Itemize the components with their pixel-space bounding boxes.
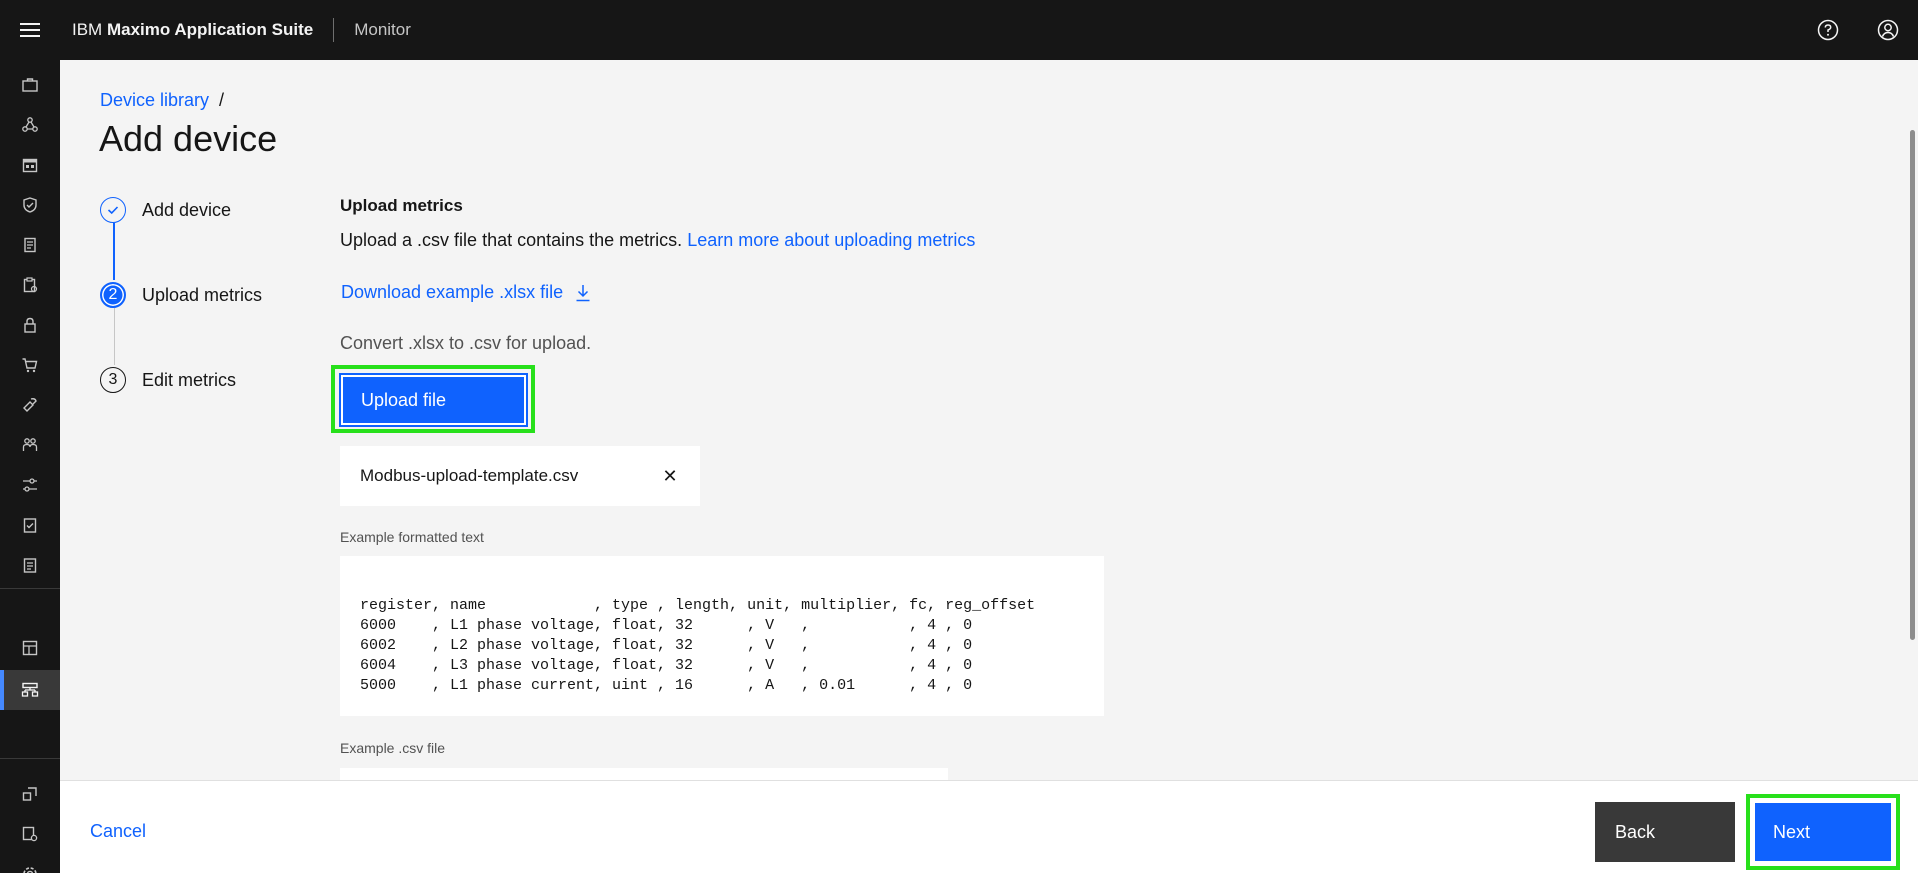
breadcrumb-device-library[interactable]: Device library bbox=[100, 90, 209, 111]
step-label: Add device bbox=[142, 199, 232, 220]
document-icon bbox=[24, 237, 36, 253]
step-connector-complete bbox=[113, 223, 115, 280]
launch-icon bbox=[22, 787, 37, 801]
breadcrumb: Device library / bbox=[100, 90, 224, 111]
top-header: IBM Maximo Application Suite Monitor bbox=[0, 0, 1918, 60]
breadcrumb-separator: / bbox=[219, 90, 225, 110]
scrollbar-thumb[interactable] bbox=[1910, 130, 1915, 640]
rail-divider bbox=[0, 588, 60, 589]
rail-item-device-library[interactable] bbox=[0, 670, 60, 710]
header-divider bbox=[333, 18, 335, 42]
step-number-current: 2 bbox=[100, 282, 126, 308]
report-icon bbox=[23, 558, 37, 573]
shield-check-icon bbox=[23, 197, 37, 213]
sliders-icon bbox=[23, 478, 37, 492]
back-button[interactable]: Back bbox=[1595, 802, 1735, 862]
help-button[interactable] bbox=[1798, 0, 1858, 60]
rail-item-people[interactable] bbox=[0, 425, 60, 465]
file-name: Modbus-upload-template.csv bbox=[360, 466, 579, 485]
upload-file-button[interactable]: Upload file bbox=[339, 373, 528, 427]
close-icon: ✕ bbox=[662, 465, 678, 486]
checkmark-icon bbox=[100, 197, 126, 223]
page-scrollbar[interactable] bbox=[1906, 60, 1918, 780]
download-icon bbox=[576, 284, 590, 301]
uploaded-file-item: Modbus-upload-template.csv ✕ bbox=[340, 446, 700, 506]
hamburger-icon bbox=[20, 23, 40, 37]
rail-item-calendar[interactable] bbox=[0, 145, 60, 185]
rail-item-document[interactable] bbox=[0, 225, 60, 265]
section-title: Upload metrics bbox=[340, 196, 463, 215]
side-nav-rail bbox=[0, 60, 60, 873]
rail-divider bbox=[0, 758, 60, 759]
app-brand[interactable]: IBM Maximo Application Suite bbox=[60, 20, 313, 40]
example-csv-table bbox=[340, 768, 948, 780]
download-example-link[interactable]: Download example .xlsx file bbox=[341, 282, 591, 303]
rail-item-launch[interactable] bbox=[0, 774, 60, 814]
example-code-block: register, name , type , length, unit, mu… bbox=[340, 556, 1104, 716]
people-icon bbox=[22, 438, 38, 451]
rail-item-cart[interactable] bbox=[0, 345, 60, 385]
cart-icon bbox=[22, 358, 38, 373]
learn-more-link[interactable]: Learn more about uploading metrics bbox=[687, 230, 975, 250]
step-label: Upload metrics bbox=[142, 284, 263, 305]
rail-item-shield[interactable] bbox=[0, 185, 60, 225]
settings-check-icon bbox=[22, 826, 38, 842]
device-hierarchy-icon bbox=[21, 682, 39, 697]
dashboard-icon bbox=[22, 640, 38, 656]
network-icon bbox=[22, 117, 38, 132]
step-number-incomplete: 3 bbox=[100, 367, 126, 393]
lock-icon bbox=[24, 317, 36, 333]
rail-item-checklist[interactable] bbox=[0, 505, 60, 545]
gear-icon bbox=[23, 867, 37, 873]
page-title: Add device bbox=[99, 118, 278, 159]
example-text-label: Example formatted text bbox=[340, 529, 484, 545]
calendar-icon bbox=[22, 158, 38, 173]
cancel-button[interactable]: Cancel bbox=[90, 821, 146, 842]
remove-file-button[interactable]: ✕ bbox=[658, 464, 682, 488]
product-name: Monitor bbox=[354, 20, 411, 39]
tools-icon bbox=[23, 398, 37, 412]
step-edit-metrics[interactable]: 3 Edit metrics bbox=[100, 366, 320, 394]
brand-name: Maximo Application Suite bbox=[106, 20, 314, 39]
rail-item-tools[interactable] bbox=[0, 385, 60, 425]
rail-item-settings[interactable] bbox=[0, 854, 60, 873]
clipboard-icon bbox=[23, 277, 38, 293]
rail-item-briefcase[interactable] bbox=[0, 65, 60, 105]
rail-item-clipboard[interactable] bbox=[0, 265, 60, 305]
rail-item-network[interactable] bbox=[0, 105, 60, 145]
convert-note: Convert .xlsx to .csv for upload. bbox=[340, 333, 592, 353]
step-label: Edit metrics bbox=[142, 369, 237, 390]
description-text: Upload a .csv file that contains the met… bbox=[340, 230, 683, 250]
footer-actions: Cancel Back Next bbox=[60, 780, 1918, 873]
rail-item-settings-check[interactable] bbox=[0, 814, 60, 854]
rail-item-lock[interactable] bbox=[0, 305, 60, 345]
section-description: Upload a .csv file that contains the met… bbox=[340, 230, 975, 251]
next-button[interactable]: Next bbox=[1755, 803, 1891, 861]
user-profile-button[interactable] bbox=[1858, 0, 1918, 60]
brand-prefix: IBM bbox=[72, 20, 103, 39]
rail-item-sliders[interactable] bbox=[0, 465, 60, 505]
step-add-device[interactable]: Add device bbox=[100, 196, 320, 224]
user-profile-icon bbox=[1877, 19, 1899, 41]
rail-item-report[interactable] bbox=[0, 545, 60, 585]
step-upload-metrics[interactable]: 2 Upload metrics bbox=[100, 281, 320, 309]
download-link-label: Download example .xlsx file bbox=[341, 282, 564, 302]
briefcase-icon bbox=[22, 78, 38, 92]
checklist-icon bbox=[23, 518, 37, 533]
rail-item-dashboard[interactable] bbox=[0, 628, 60, 668]
step-connector-incomplete bbox=[113, 308, 115, 365]
example-csv-label: Example .csv file bbox=[340, 740, 446, 756]
help-icon bbox=[1817, 19, 1839, 41]
hamburger-menu-button[interactable] bbox=[0, 0, 60, 60]
